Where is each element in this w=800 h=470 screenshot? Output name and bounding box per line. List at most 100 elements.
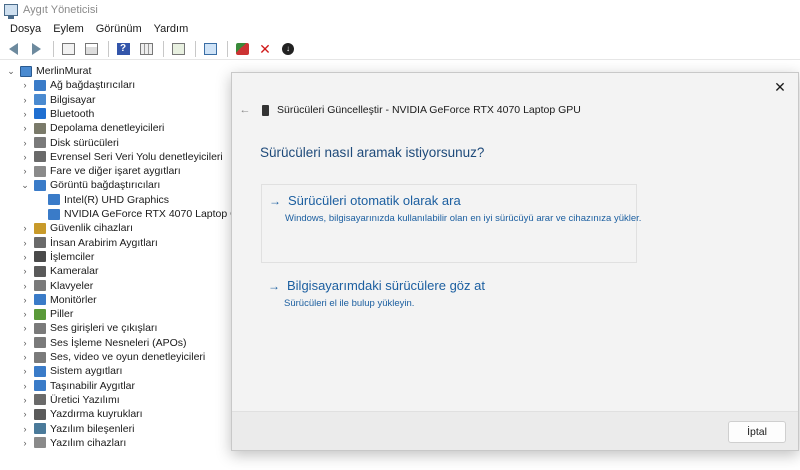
chevron-right-icon[interactable]: › xyxy=(20,150,30,164)
tree-item[interactable]: › Monitörler xyxy=(20,293,97,307)
chevron-right-icon[interactable]: › xyxy=(20,379,30,393)
tree-item[interactable]: › Piller xyxy=(20,307,74,321)
tree-item[interactable]: › Üretici Yazılımı xyxy=(20,393,120,407)
search-automatically-option[interactable]: → Sürücüleri otomatik olarak ara Windows… xyxy=(261,184,641,263)
tree-child-item[interactable]: Intel(R) UHD Graphics xyxy=(48,193,169,207)
tree-item[interactable]: › Yazılım bileşenleri xyxy=(20,422,135,436)
menu-bar: Dosya Eylem Görünüm Yardım xyxy=(0,20,800,38)
tree-item[interactable]: › Ses İşleme Nesneleri (APOs) xyxy=(20,336,187,350)
tree-item[interactable]: › Yazdırma kuyrukları xyxy=(20,407,143,421)
search-automatically-desc: Windows, bilgisayarınızda kullanılabilir… xyxy=(285,213,642,224)
scan-hardware-button[interactable] xyxy=(168,40,188,58)
display-adapter-icon xyxy=(48,194,60,206)
tree-item-label: Görüntü bağdaştırıcıları xyxy=(50,179,161,192)
back-arrow-icon[interactable]: ← xyxy=(238,103,252,117)
chevron-right-icon[interactable]: › xyxy=(20,279,30,293)
audio-io-icon xyxy=(34,322,46,334)
tree-item[interactable]: › Yazılım cihazları xyxy=(20,436,127,450)
chevron-right-icon[interactable]: › xyxy=(20,422,30,436)
tree-child-item[interactable]: NVIDIA GeForce RTX 4070 Laptop GPU xyxy=(48,207,253,221)
chevron-right-icon[interactable]: › xyxy=(20,264,30,278)
chevron-right-icon[interactable]: › xyxy=(20,321,30,335)
tree-item-label: Bilgisayar xyxy=(50,93,96,106)
chevron-right-icon[interactable]: › xyxy=(20,136,30,150)
storage-controller-icon xyxy=(34,122,46,134)
tree-item[interactable]: › Bilgisayar xyxy=(20,93,96,107)
search-automatically-label: Sürücüleri otomatik olarak ara xyxy=(288,193,461,208)
chevron-right-icon[interactable]: › xyxy=(20,307,30,321)
menu-help[interactable]: Yardım xyxy=(148,23,195,35)
tree-item-label: Kameralar xyxy=(50,265,99,278)
tree-item[interactable]: › Taşınabilir Aygıtlar xyxy=(20,379,136,393)
tree-item[interactable]: › İşlemciler xyxy=(20,250,95,264)
chevron-right-icon[interactable]: › xyxy=(20,436,30,450)
tree-item[interactable]: ⌄ Görüntü bağdaştırıcıları xyxy=(20,178,160,192)
tree-item-label: Ses girişleri ve çıkışları xyxy=(50,322,158,335)
tree-item[interactable]: › İnsan Arabirim Aygıtları xyxy=(20,236,158,250)
chevron-right-icon[interactable]: › xyxy=(20,164,30,178)
tree-item-label: İnsan Arabirim Aygıtları xyxy=(50,236,158,249)
chevron-right-icon[interactable]: › xyxy=(20,221,30,235)
tree-item-label: Bluetooth xyxy=(50,107,95,120)
update-driver-icon xyxy=(235,42,249,55)
tree-item[interactable]: › Bluetooth xyxy=(20,107,95,121)
tree-item[interactable]: › Ses, video ve oyun denetleyicileri xyxy=(20,350,206,364)
chevron-right-icon[interactable]: › xyxy=(20,364,30,378)
tree-item-label: Evrensel Seri Veri Yolu denetleyicileri xyxy=(50,150,223,163)
chevron-right-icon[interactable]: › xyxy=(20,250,30,264)
tree-item[interactable]: › Disk sürücüleri xyxy=(20,136,119,150)
print-queue-icon xyxy=(34,408,46,420)
security-device-icon xyxy=(34,222,46,234)
tree-item[interactable]: › Güvenlik cihazları xyxy=(20,221,133,235)
tree-root[interactable]: ⌄ MerlinMurat xyxy=(6,64,91,78)
properties-button[interactable] xyxy=(81,40,101,58)
uninstall-icon: ✕ xyxy=(259,40,271,57)
tree-item[interactable]: › Ses girişleri ve çıkışları xyxy=(20,321,158,335)
forward-button[interactable] xyxy=(26,40,46,58)
menu-file[interactable]: Dosya xyxy=(4,23,47,35)
tree-item[interactable]: › Depolama denetleyicileri xyxy=(20,121,165,135)
tree-item-label: Monitörler xyxy=(50,293,97,306)
chevron-right-icon[interactable]: › xyxy=(20,350,30,364)
option-title: → Bilgisayarımdaki sürücülere göz at xyxy=(268,278,485,293)
uninstall-button[interactable]: ✕ xyxy=(255,40,275,58)
disable-device-button[interactable]: ↓ xyxy=(278,40,298,58)
chevron-right-icon[interactable]: › xyxy=(20,407,30,421)
menu-action[interactable]: Eylem xyxy=(47,23,90,35)
tree-item[interactable]: › Evrensel Seri Veri Yolu denetleyicileri xyxy=(20,150,223,164)
view-grid-button[interactable] xyxy=(136,40,156,58)
tree-root-label: MerlinMurat xyxy=(36,65,92,77)
tree-item[interactable]: › Fare ve diğer işaret aygıtları xyxy=(20,164,181,178)
close-icon[interactable]: ✕ xyxy=(772,79,788,95)
tree-item[interactable]: › Klavyeler xyxy=(20,279,94,293)
update-driver-button[interactable] xyxy=(232,40,252,58)
chevron-right-icon[interactable]: › xyxy=(20,107,30,121)
tree-item[interactable]: › Kameralar xyxy=(20,264,99,278)
camera-icon xyxy=(34,265,46,277)
chevron-right-icon[interactable]: › xyxy=(20,78,30,92)
back-arrow-icon xyxy=(8,42,18,55)
chevron-right-icon[interactable]: › xyxy=(20,393,30,407)
browse-computer-option[interactable]: → Bilgisayarımdaki sürücülere göz at Sür… xyxy=(261,270,637,318)
chevron-right-icon[interactable]: › xyxy=(20,336,30,350)
chevron-right-icon[interactable]: › xyxy=(20,121,30,135)
chevron-right-icon[interactable]: › xyxy=(20,293,30,307)
tree-item-label: Ses İşleme Nesneleri (APOs) xyxy=(50,336,187,349)
show-hide-tree-button[interactable] xyxy=(58,40,78,58)
menu-view[interactable]: Görünüm xyxy=(90,23,148,35)
monitor-button[interactable] xyxy=(200,40,220,58)
tree-item[interactable]: › Sistem aygıtları xyxy=(20,364,123,378)
chevron-down-icon[interactable]: ⌄ xyxy=(6,64,16,78)
hid-icon xyxy=(34,237,46,249)
chevron-down-icon[interactable]: ⌄ xyxy=(20,178,30,192)
tree-child-label: NVIDIA GeForce RTX 4070 Laptop GPU xyxy=(64,208,253,220)
chevron-right-icon[interactable]: › xyxy=(20,236,30,250)
help-button[interactable]: ? xyxy=(113,40,133,58)
cancel-button[interactable]: İptal xyxy=(728,421,786,443)
tree-item[interactable]: › Ağ bağdaştırıcıları xyxy=(20,78,136,92)
chevron-right-icon[interactable]: › xyxy=(20,93,30,107)
tree-item-label: Klavyeler xyxy=(50,279,94,292)
back-button[interactable] xyxy=(3,40,23,58)
monitor-icon xyxy=(203,42,217,55)
computer-icon xyxy=(34,94,46,106)
